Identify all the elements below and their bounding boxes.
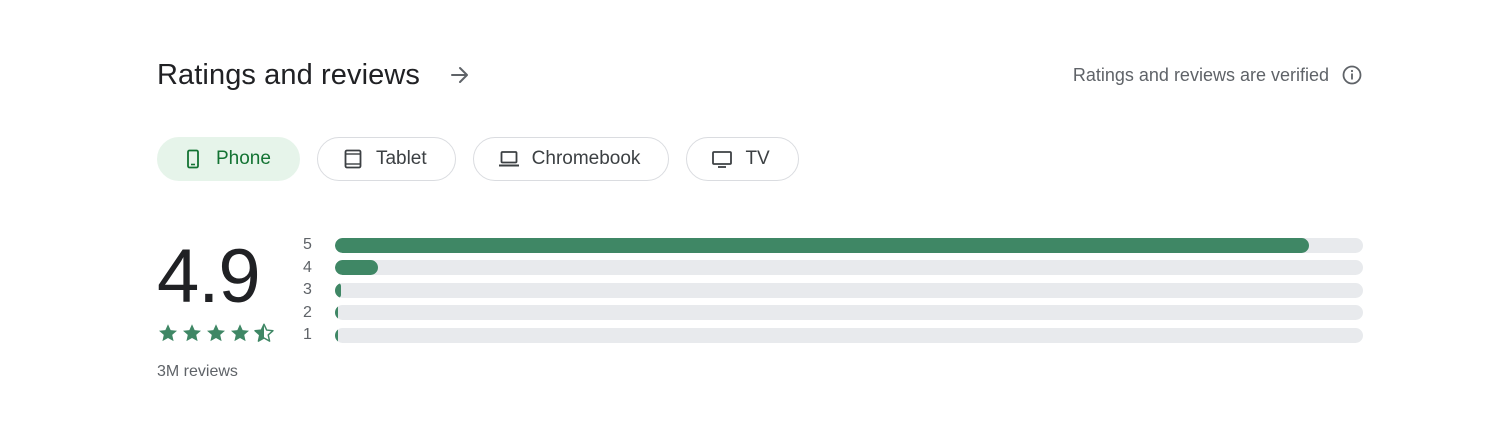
star-rating	[157, 322, 287, 344]
tab-phone[interactable]: Phone	[157, 137, 300, 181]
rating-bar-track	[335, 260, 1363, 276]
rating-bar-fill	[335, 305, 338, 321]
tab-tablet[interactable]: Tablet	[316, 137, 456, 181]
rating-bar-row: 3	[300, 279, 1363, 302]
rating-bar-track	[335, 237, 1363, 253]
tab-tv[interactable]: TV	[686, 137, 799, 181]
info-icon[interactable]	[1341, 64, 1363, 86]
rating-bar-label: 4	[303, 258, 312, 276]
rating-bar-track	[335, 305, 1363, 321]
star-full-icon	[231, 324, 249, 342]
average-rating: 4.9	[157, 234, 261, 319]
verified-text: Ratings and reviews are verified	[1072, 64, 1329, 85]
rating-bar-row: 4	[300, 257, 1363, 280]
rating-bar-row: 2	[300, 302, 1363, 325]
rating-summary: 4.9 3M reviews	[157, 232, 287, 381]
tv-icon	[711, 148, 733, 170]
tab-phone-label: Phone	[216, 148, 271, 169]
rating-bar-track	[335, 282, 1363, 298]
tab-chromebook-label: Chromebook	[531, 148, 641, 169]
rating-bar-label: 5	[303, 236, 312, 254]
rating-bar-row: 5	[300, 234, 1363, 257]
phone-icon	[182, 148, 204, 170]
tablet-icon	[342, 148, 364, 170]
ratings-header: Ratings and reviews Ratings and reviews …	[157, 52, 1363, 98]
tab-chromebook[interactable]: Chromebook	[472, 137, 670, 181]
rating-bar-label: 2	[303, 303, 312, 321]
rating-bar-fill	[335, 282, 342, 298]
rating-bar-row: 1	[300, 324, 1363, 347]
tab-tv-label: TV	[745, 148, 770, 169]
rating-bar-label: 1	[303, 326, 312, 344]
rating-bar-track	[335, 327, 1363, 343]
arrow-right-icon[interactable]	[448, 63, 472, 87]
tab-tablet-label: Tablet	[375, 148, 427, 169]
section-title: Ratings and reviews	[157, 58, 421, 91]
device-tabs: Phone Tablet Chromebook TV	[157, 137, 799, 181]
verified-notice: Ratings and reviews are verified	[1073, 52, 1363, 98]
star-full-icon	[207, 324, 225, 342]
star-half-icon	[254, 323, 274, 342]
laptop-icon	[498, 148, 520, 170]
star-full-icon	[159, 324, 177, 342]
rating-bar-fill	[335, 237, 1309, 253]
rating-bar-fill	[335, 327, 338, 343]
review-count: 3M reviews	[157, 363, 238, 380]
ratings-title-link[interactable]: Ratings and reviews	[157, 52, 472, 98]
rating-bar-label: 3	[303, 281, 312, 299]
rating-bar-fill	[335, 260, 379, 276]
rating-distribution: 5 4 3 2 1	[300, 234, 1363, 347]
star-full-icon	[183, 324, 201, 342]
